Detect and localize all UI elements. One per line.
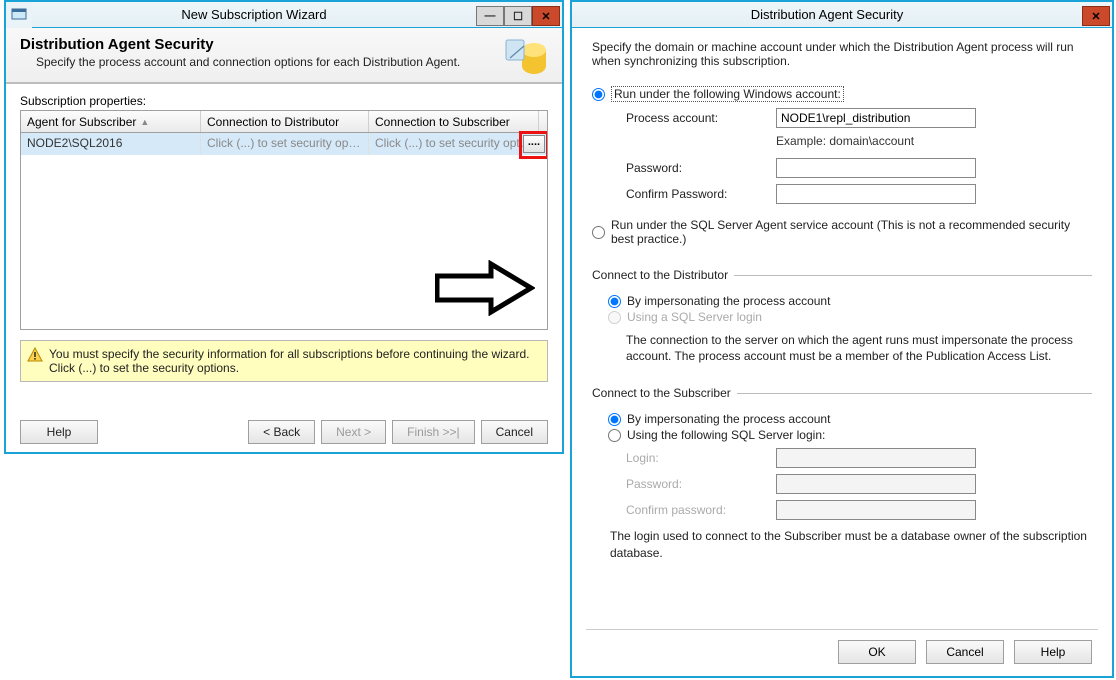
radio-run-under-windows-label: Run under the following Windows account: bbox=[611, 86, 844, 102]
col-sub-header[interactable]: Connection to Subscriber bbox=[369, 111, 539, 132]
help-button[interactable]: Help bbox=[20, 420, 98, 444]
ok-button[interactable]: OK bbox=[838, 640, 916, 664]
info-panel: You must specify the security informatio… bbox=[20, 340, 548, 382]
warning-icon bbox=[27, 347, 45, 375]
password-input[interactable] bbox=[776, 158, 976, 178]
maximize-button[interactable]: ☐ bbox=[504, 6, 532, 26]
connect-distributor-section: Connect to the Distributor By impersonat… bbox=[592, 268, 1092, 364]
col-agent-header-text: Agent for Subscriber bbox=[27, 115, 136, 129]
grid-header-row: Agent for Subscriber ▲ Connection to Dis… bbox=[21, 111, 547, 133]
confirm-password-input[interactable] bbox=[776, 184, 976, 204]
radio-dist-sql-login-label: Using a SQL Server login bbox=[627, 310, 762, 324]
dialog-title: Distribution Agent Security bbox=[572, 7, 1082, 22]
security-ellipsis-button[interactable]: .... bbox=[523, 135, 545, 153]
close-button[interactable]: ✕ bbox=[532, 6, 560, 26]
dialog-close-button[interactable]: ✕ bbox=[1082, 6, 1110, 26]
sub-password-input bbox=[776, 474, 976, 494]
connect-subscriber-section: Connect to the Subscriber By impersonati… bbox=[592, 386, 1092, 560]
radio-run-under-windows[interactable]: Run under the following Windows account: bbox=[592, 86, 1092, 102]
wizard-window-buttons: — ☐ ✕ bbox=[476, 3, 562, 26]
dialog-separator bbox=[586, 629, 1098, 630]
wizard-button-bar: Help < Back Next > Finish >>| Cancel bbox=[6, 420, 562, 444]
confirm-password-row: Confirm Password: bbox=[626, 184, 1092, 204]
password-row: Password: bbox=[626, 158, 1092, 178]
radio-dist-sql-login: Using a SQL Server login bbox=[608, 310, 1092, 324]
connect-distributor-legend: Connect to the Distributor bbox=[592, 268, 734, 282]
confirm-password-label: Confirm Password: bbox=[626, 187, 776, 201]
cell-agent: NODE2\SQL2016 bbox=[21, 133, 201, 155]
table-row[interactable]: NODE2\SQL2016 Click (...) to set securit… bbox=[21, 133, 547, 155]
radio-dist-impersonate-label: By impersonating the process account bbox=[627, 294, 830, 308]
sub-password-row: Password: bbox=[626, 474, 1092, 494]
sub-confirm-password-row: Confirm password: bbox=[626, 500, 1092, 520]
annotation-arrow-icon bbox=[435, 260, 535, 319]
dialog-cancel-button[interactable]: Cancel bbox=[926, 640, 1004, 664]
wizard-title: New Subscription Wizard bbox=[32, 7, 476, 22]
wizard-body: Subscription properties: Agent for Subsc… bbox=[6, 84, 562, 382]
login-label: Login: bbox=[626, 451, 776, 465]
example-text: Example: domain\account bbox=[776, 134, 1092, 148]
radio-dist-sql-login-input bbox=[608, 311, 621, 324]
radio-run-under-sql-agent-label: Run under the SQL Server Agent service a… bbox=[611, 218, 1092, 246]
radio-sub-sql-login[interactable]: Using the following SQL Server login: bbox=[608, 428, 1092, 442]
finish-button: Finish >>| bbox=[392, 420, 474, 444]
subscription-properties-label: Subscription properties: bbox=[20, 94, 548, 108]
dialog-titlebar: Distribution Agent Security ✕ bbox=[572, 2, 1112, 28]
radio-sub-sql-login-input[interactable] bbox=[608, 429, 621, 442]
back-button[interactable]: < Back bbox=[248, 420, 315, 444]
dialog-intro-text: Specify the domain or machine account un… bbox=[592, 40, 1092, 68]
process-account-input[interactable] bbox=[776, 108, 976, 128]
radio-sub-impersonate-input[interactable] bbox=[608, 413, 621, 426]
distribution-agent-security-dialog: Distribution Agent Security ✕ Specify th… bbox=[570, 0, 1114, 678]
sub-confirm-password-label: Confirm password: bbox=[626, 503, 776, 517]
cell-dist: Click (...) to set security opti... bbox=[201, 133, 369, 155]
new-subscription-wizard-window: New Subscription Wizard — ☐ ✕ Distributi… bbox=[4, 0, 564, 454]
login-row: Login: bbox=[626, 448, 1092, 468]
radio-sub-sql-login-label: Using the following SQL Server login: bbox=[627, 428, 825, 442]
header-title: Distribution Agent Security bbox=[20, 36, 500, 53]
sub-confirm-password-input bbox=[776, 500, 976, 520]
dialog-button-bar: OK Cancel Help bbox=[838, 640, 1092, 664]
header-graphic-icon bbox=[500, 36, 548, 76]
sub-password-label: Password: bbox=[626, 477, 776, 491]
radio-run-under-sql-agent[interactable]: Run under the SQL Server Agent service a… bbox=[592, 218, 1092, 246]
process-account-label: Process account: bbox=[626, 111, 776, 125]
header-subtitle: Specify the process account and connecti… bbox=[36, 55, 500, 69]
radio-run-under-windows-input[interactable] bbox=[592, 88, 605, 101]
cancel-button[interactable]: Cancel bbox=[481, 420, 548, 444]
cell-sub: Click (...) to set security opti... bbox=[369, 133, 539, 155]
wizard-titlebar: New Subscription Wizard — ☐ ✕ bbox=[6, 2, 562, 28]
password-label: Password: bbox=[626, 161, 776, 175]
dialog-body: Specify the domain or machine account un… bbox=[572, 28, 1112, 561]
connect-subscriber-legend: Connect to the Subscriber bbox=[592, 386, 737, 400]
info-text: You must specify the security informatio… bbox=[49, 347, 541, 375]
col-agent-header[interactable]: Agent for Subscriber ▲ bbox=[21, 111, 201, 132]
next-button: Next > bbox=[321, 420, 386, 444]
sub-note: The login used to connect to the Subscri… bbox=[610, 528, 1092, 560]
dialog-help-button[interactable]: Help bbox=[1014, 640, 1092, 664]
wizard-header: Distribution Agent Security Specify the … bbox=[6, 28, 562, 84]
col-dist-header[interactable]: Connection to Distributor bbox=[201, 111, 369, 132]
process-account-row: Process account: bbox=[626, 108, 1092, 128]
radio-sub-impersonate-label: By impersonating the process account bbox=[627, 412, 830, 426]
login-input bbox=[776, 448, 976, 468]
sort-asc-icon: ▲ bbox=[140, 117, 149, 127]
minimize-button[interactable]: — bbox=[476, 6, 504, 26]
dist-note: The connection to the server on which th… bbox=[626, 332, 1092, 364]
radio-run-under-sql-agent-input[interactable] bbox=[592, 226, 605, 239]
radio-dist-impersonate[interactable]: By impersonating the process account bbox=[608, 294, 1092, 308]
wizard-sys-icon bbox=[6, 2, 32, 28]
radio-sub-impersonate[interactable]: By impersonating the process account bbox=[608, 412, 1092, 426]
radio-dist-impersonate-input[interactable] bbox=[608, 295, 621, 308]
